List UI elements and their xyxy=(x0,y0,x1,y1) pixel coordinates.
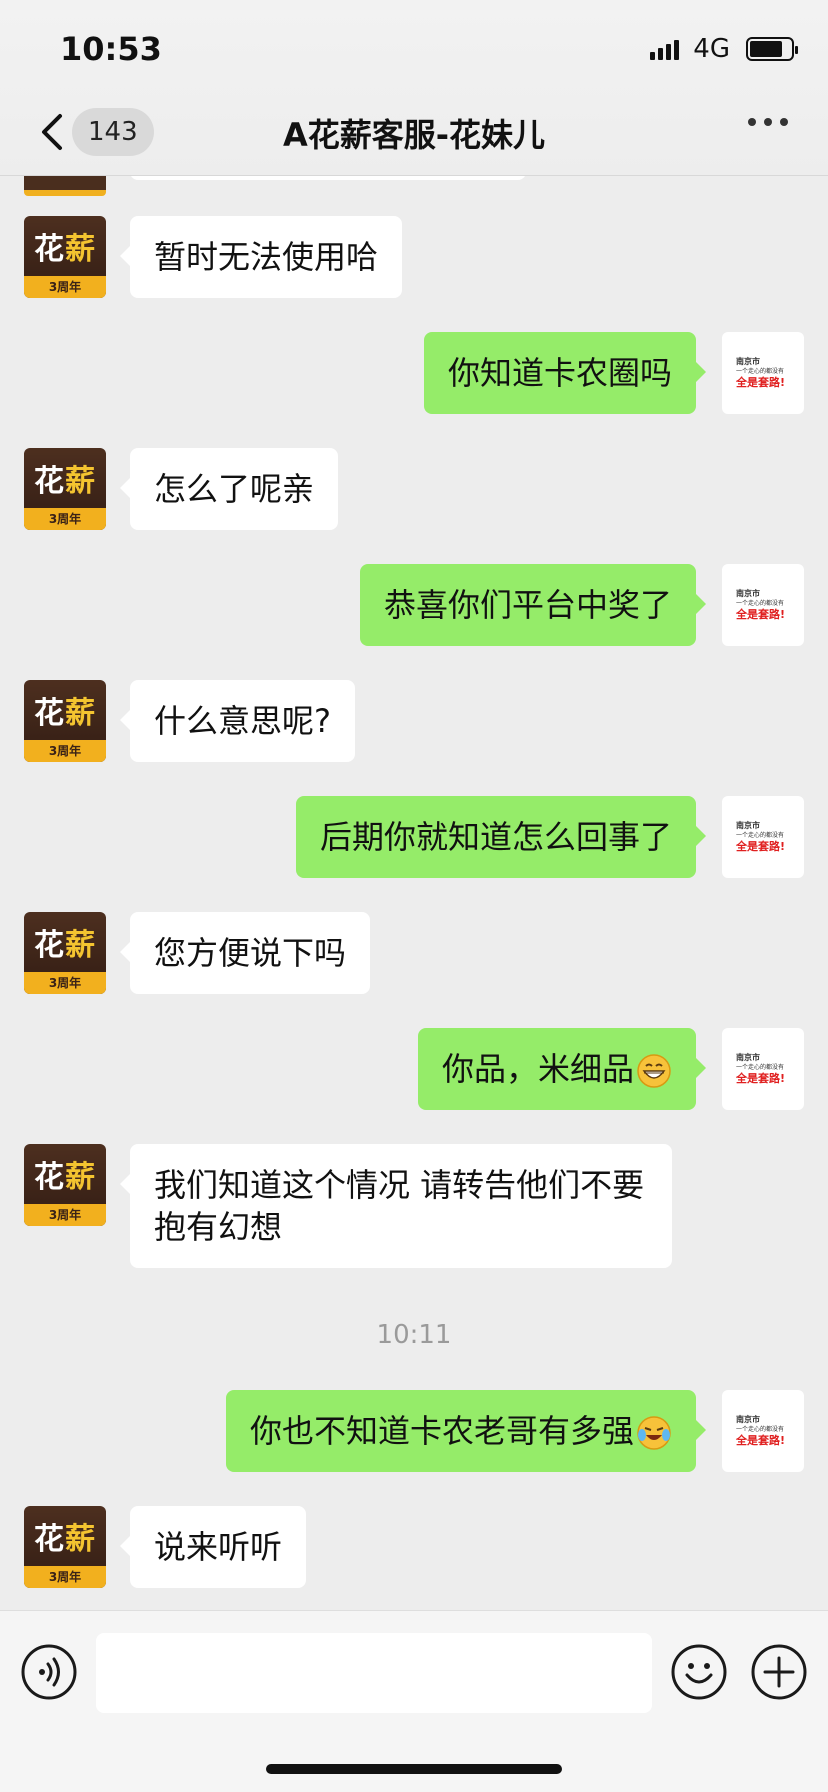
grin-emoji-icon xyxy=(637,1054,671,1088)
message-bubble[interactable]: 你也不知道卡农老哥有多强 xyxy=(225,1390,707,1472)
voice-icon[interactable] xyxy=(20,1643,78,1701)
message-list[interactable]: 花薪 3周年 暂时无法使用哈 南京市 一个走心的都没有 全是套路! 你知道卡农圈… xyxy=(0,176,828,1610)
message-bubble[interactable]: 你品，米细品 xyxy=(417,1028,707,1110)
plus-icon[interactable] xyxy=(750,1643,808,1701)
message-timestamp: 10:11 xyxy=(376,1320,452,1350)
message-bubble[interactable]: 恭喜你们平台中奖了 xyxy=(359,564,707,646)
message-bubble[interactable]: 我们知道这个情况 请转告他们不要抱有幻想 xyxy=(120,1144,672,1268)
message-input[interactable] xyxy=(96,1633,652,1713)
agent-avatar[interactable]: 花薪 3周年 xyxy=(24,216,106,298)
agent-avatar[interactable]: 花薪 3周年 xyxy=(24,680,106,762)
message-bubble[interactable]: 暂时无法使用哈 xyxy=(119,216,403,298)
agent-avatar[interactable]: 花薪 3周年 xyxy=(24,912,106,994)
network-type: 4G xyxy=(693,34,730,64)
emoji-icon[interactable] xyxy=(670,1643,728,1701)
message-bubble[interactable]: 您方便说下吗 xyxy=(119,912,371,994)
chat-title: A花薪客服-花妹儿 xyxy=(282,116,546,154)
status-indicators: 4G xyxy=(650,34,798,64)
message-bubble[interactable]: 后期你就知道怎么回事了 xyxy=(295,796,707,878)
message-bubble[interactable]: 你知道卡农圈吗 xyxy=(423,332,707,414)
message-text: 你也不知道卡农老哥有多强 xyxy=(249,1412,634,1450)
message-bubble-partial xyxy=(130,176,526,180)
user-avatar[interactable]: 南京市 一个走心的都没有 全是套路! xyxy=(722,1028,804,1110)
agent-avatar[interactable]: 花薪 3周年 xyxy=(24,1506,106,1588)
user-avatar[interactable]: 南京市 一个走心的都没有 全是套路! xyxy=(722,796,804,878)
more-dots-icon[interactable] xyxy=(748,118,788,126)
message-bubble[interactable]: 怎么了呢亲 xyxy=(119,448,339,530)
user-avatar[interactable]: 南京市 一个走心的都没有 全是套路! xyxy=(722,1390,804,1472)
message-bubble[interactable]: 说来听听 xyxy=(119,1506,307,1588)
laugh-cry-emoji-icon xyxy=(637,1416,671,1450)
message-bubble[interactable]: 什么意思呢? xyxy=(120,680,355,762)
agent-avatar[interactable]: 花薪 3周年 xyxy=(24,1144,106,1226)
chat-header: 10:53 4G 143 A花薪客服-花妹儿 xyxy=(0,0,828,176)
agent-avatar[interactable]: 花薪 3周年 xyxy=(24,448,106,530)
agent-avatar-partial xyxy=(24,176,106,196)
battery-icon xyxy=(746,37,798,61)
status-time: 10:53 xyxy=(60,30,162,68)
message-text: 你品，米细品 xyxy=(441,1050,634,1088)
home-indicator[interactable] xyxy=(266,1764,562,1774)
user-avatar[interactable]: 南京市 一个走心的都没有 全是套路! xyxy=(722,332,804,414)
signal-icon xyxy=(650,38,680,60)
user-avatar[interactable]: 南京市 一个走心的都没有 全是套路! xyxy=(722,564,804,646)
